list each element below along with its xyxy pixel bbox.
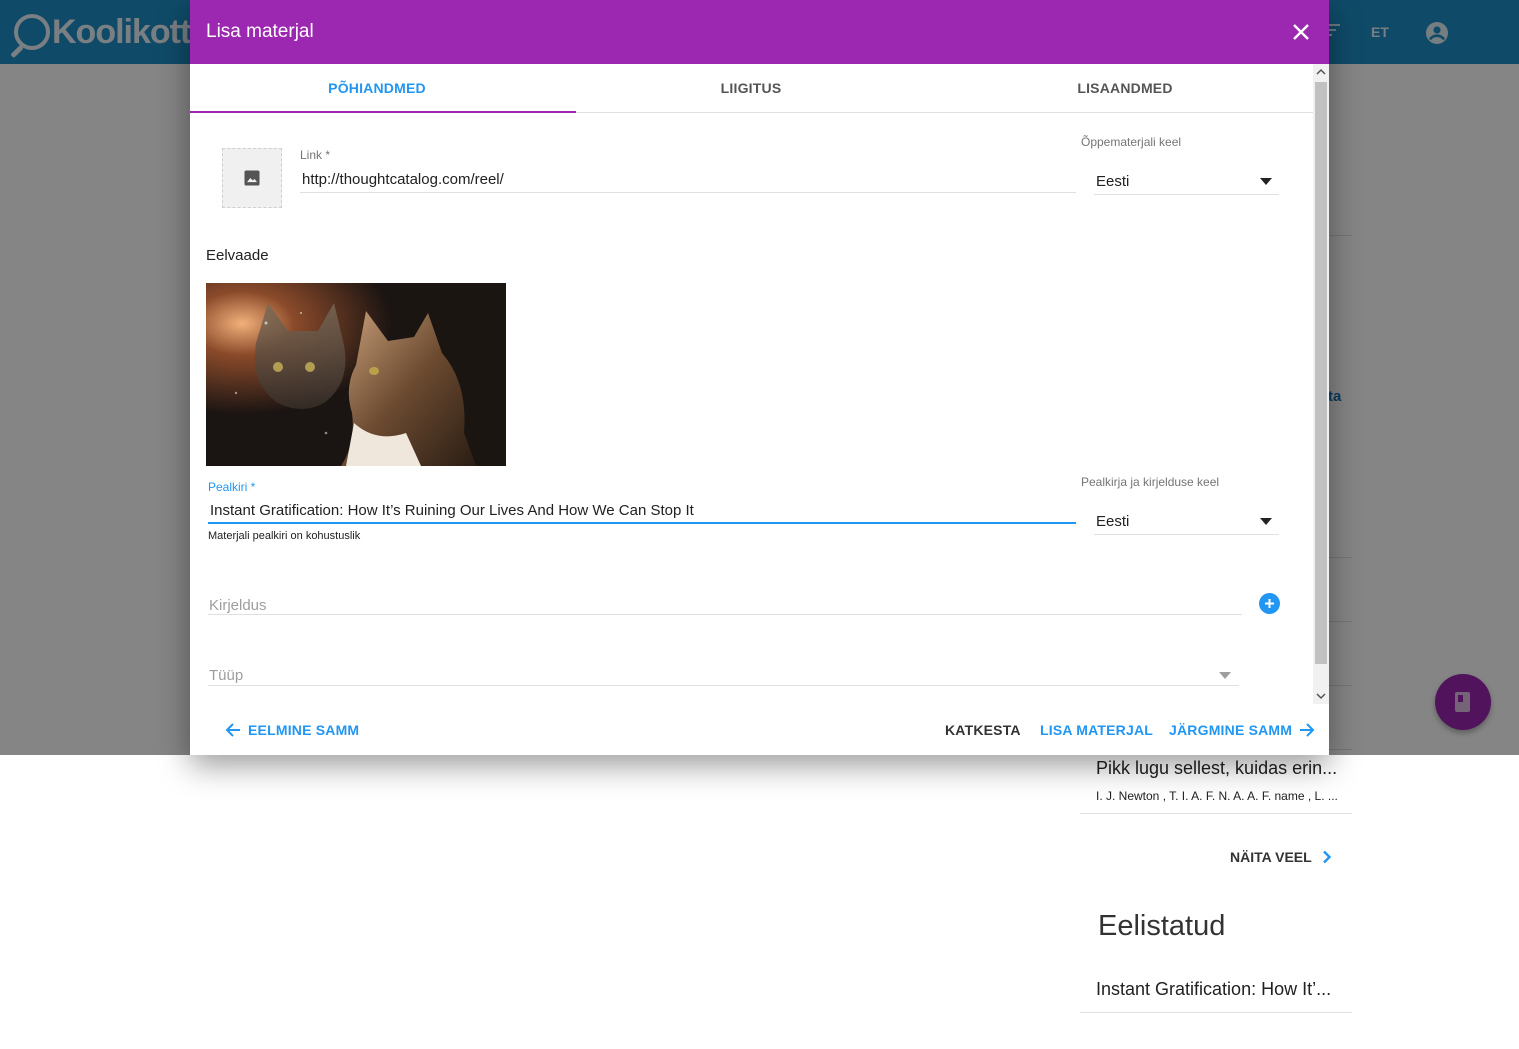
add-material-button[interactable]: LISA MATERJAL: [1040, 704, 1153, 755]
tab-basic-data[interactable]: PÕHIANDMED: [190, 64, 576, 113]
scrollbar-thumb[interactable]: [1315, 82, 1327, 664]
title-language-label: Pealkirja ja kirjelduse keel: [1081, 475, 1220, 489]
show-more-button[interactable]: NÄITA VEEL: [1230, 849, 1332, 865]
dialog-header: Lisa materjal: [190, 0, 1329, 64]
title-underline: [208, 522, 1076, 524]
description-input[interactable]: Kirjeldus: [209, 597, 267, 614]
side-divider: [1080, 1012, 1352, 1013]
material-language-label: Õppematerjali keel: [1081, 135, 1182, 149]
featured-item-title[interactable]: Instant Gratification: How It’...: [1096, 979, 1331, 1000]
previous-step-label: EELMINE SAMM: [248, 721, 360, 738]
title-input[interactable]: Instant Gratification: How It’s Ruining …: [210, 502, 694, 519]
side-divider: [1080, 813, 1352, 814]
preview-image: [206, 283, 506, 466]
dropdown-arrow-icon[interactable]: [1260, 518, 1272, 525]
type-select[interactable]: Tüüp: [209, 667, 243, 684]
dialog-title: Lisa materjal: [206, 21, 314, 42]
material-language-select[interactable]: Eesti: [1096, 173, 1129, 190]
scroll-down-icon[interactable]: [1313, 688, 1329, 704]
arrow-forward-icon: [1300, 722, 1315, 737]
tab-additional-data[interactable]: LISAANDMED: [938, 64, 1312, 112]
type-underline: [208, 685, 1239, 686]
material-language-underline: [1094, 194, 1279, 195]
title-label: Pealkiri *: [208, 480, 256, 494]
preview-heading: Eelvaade: [206, 247, 269, 264]
title-language-underline: [1094, 534, 1279, 535]
description-underline: [208, 614, 1242, 615]
tab-bar: PÕHIANDMED LIIGITUS LISAANDMED: [190, 64, 1313, 113]
recent-item-authors: I. J. Newton , T. I. A. F. N. A. A. F. n…: [1096, 789, 1338, 803]
cancel-button[interactable]: KATKESTA: [945, 704, 1021, 755]
image-icon: [244, 170, 260, 186]
title-language-select[interactable]: Eesti: [1096, 513, 1129, 530]
dropdown-arrow-icon[interactable]: [1260, 178, 1272, 185]
tab-classification[interactable]: LIIGITUS: [564, 64, 938, 112]
recent-item-title[interactable]: Pikk lugu sellest, kuidas erin...: [1096, 758, 1337, 779]
arrow-back-icon: [225, 722, 240, 737]
chevron-right-icon: [1322, 850, 1331, 864]
add-description-button[interactable]: [1259, 593, 1280, 614]
thumbnail-upload-button[interactable]: [222, 148, 282, 208]
next-step-label: JÄRGMINE SAMM: [1169, 721, 1293, 738]
dialog-actions: EELMINE SAMM KATKESTA LISA MATERJAL JÄRG…: [190, 704, 1329, 755]
next-step-button[interactable]: JÄRGMINE SAMM: [1169, 704, 1316, 755]
scroll-up-icon[interactable]: [1313, 64, 1329, 80]
add-circle-icon: [1265, 599, 1274, 608]
link-input[interactable]: http://thoughtcatalog.com/reel/: [302, 171, 504, 188]
title-hint: Materjali pealkiri on kohustuslik: [208, 530, 361, 542]
featured-heading: Eelistatud: [1098, 910, 1226, 942]
close-icon[interactable]: [1291, 22, 1311, 42]
dialog-content: PÕHIANDMED LIIGITUS LISAANDMED Link * ht…: [190, 64, 1313, 704]
link-underline: [300, 192, 1076, 193]
show-more-label: NÄITA VEEL: [1230, 849, 1312, 865]
cat-preview-picture: [206, 283, 506, 466]
previous-step-button[interactable]: EELMINE SAMM: [224, 704, 359, 755]
link-label: Link *: [300, 148, 331, 162]
dialog-scrollbar[interactable]: [1313, 64, 1329, 704]
add-material-dialog: Lisa materjal PÕHIANDMED LIIGITUS LISAAN…: [190, 0, 1329, 755]
dropdown-arrow-icon[interactable]: [1219, 672, 1231, 679]
